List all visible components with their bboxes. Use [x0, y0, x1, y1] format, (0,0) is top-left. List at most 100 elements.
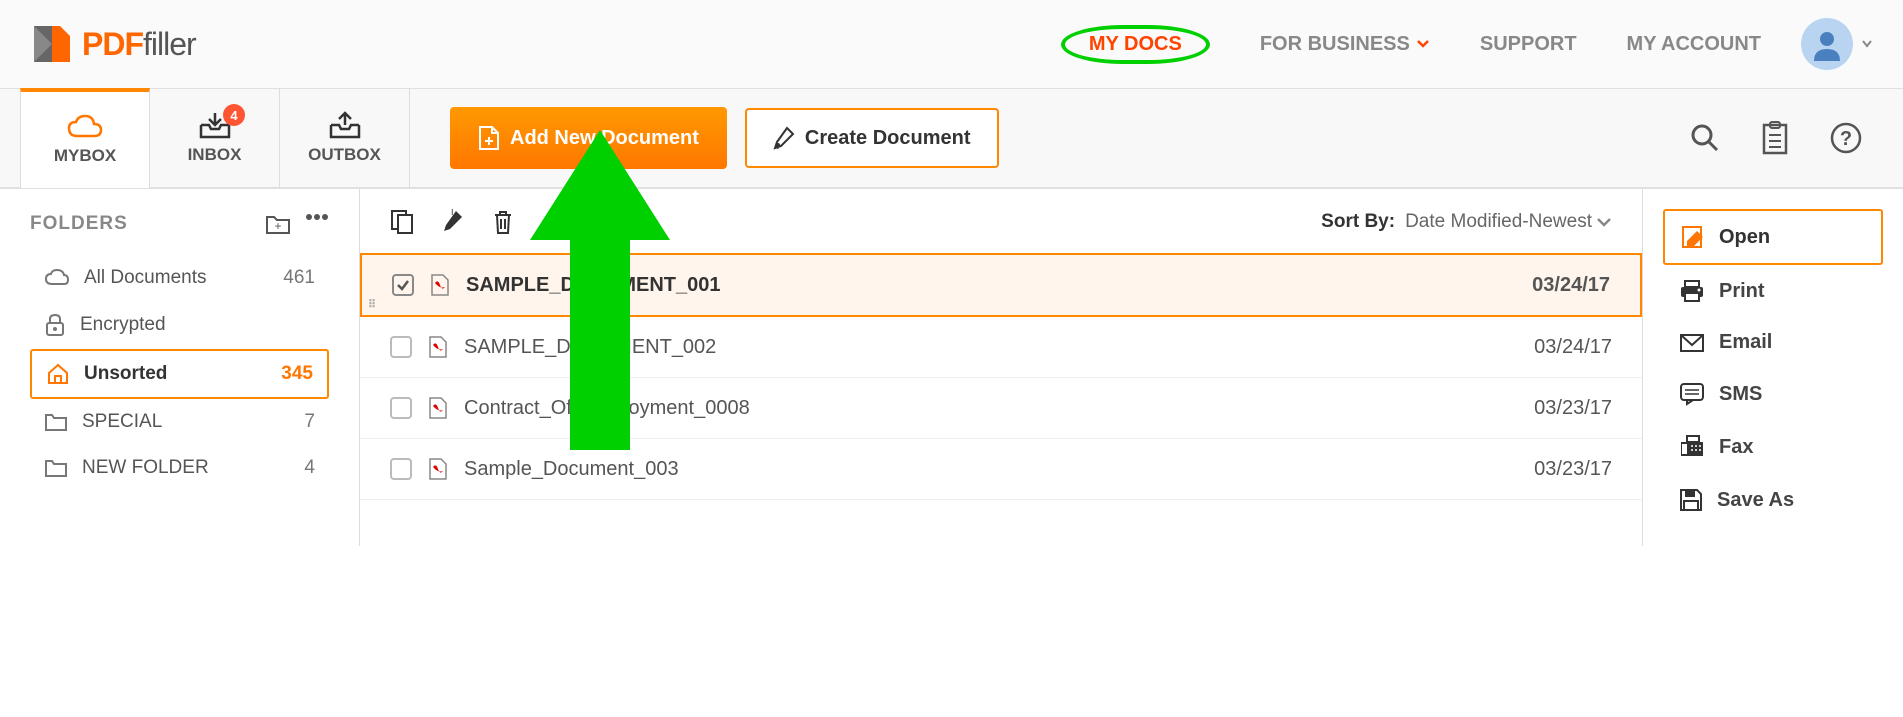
- avatar-menu[interactable]: [1801, 18, 1873, 70]
- nav-business[interactable]: FOR BUSINESS: [1260, 33, 1430, 56]
- folder-plus-icon: +: [265, 213, 291, 235]
- document-date: 03/24/17: [1532, 274, 1610, 297]
- folder-unsorted[interactable]: Unsorted 345: [30, 349, 329, 399]
- folder-name: Encrypted: [80, 314, 166, 336]
- document-row[interactable]: ⠿ SAMPLE_DOCUMENT_001 03/24/17: [360, 253, 1642, 317]
- folder-count: 4: [304, 457, 315, 479]
- tab-outbox[interactable]: OUTBOX: [280, 88, 410, 188]
- search-icon: [1689, 122, 1721, 154]
- document-name: SAMPLE_DOCUMENT_001: [466, 274, 721, 297]
- tab-label: OUTBOX: [308, 145, 381, 165]
- delete-button[interactable]: [492, 209, 514, 235]
- fax-icon: [1679, 434, 1705, 460]
- folder-count: 345: [281, 363, 313, 385]
- checkbox[interactable]: [392, 274, 414, 296]
- file-plus-icon: [478, 125, 500, 151]
- add-folder-button[interactable]: +: [265, 213, 291, 235]
- add-document-button[interactable]: Add New Document: [450, 107, 727, 169]
- logo-text-pdf: PDF: [82, 26, 143, 62]
- document-row[interactable]: SAMPLE_DOCUMENT_002 03/24/17: [360, 317, 1642, 378]
- document-name: Sample_Document_003: [464, 458, 679, 481]
- actions-panel: Open Print Email SMS Fax Save As: [1643, 189, 1903, 546]
- chevron-down-icon: [1416, 37, 1430, 51]
- save-icon: [1679, 488, 1703, 512]
- folder-more-button[interactable]: [305, 213, 329, 235]
- avatar-icon: [1801, 18, 1853, 70]
- home-icon: [46, 363, 70, 385]
- docs-toolbar: I Sort By: Date Modified-Newest: [360, 209, 1642, 253]
- cloud-icon: [67, 114, 103, 142]
- document-date: 03/23/17: [1534, 397, 1612, 420]
- folder-encrypted[interactable]: Encrypted: [30, 301, 329, 349]
- nav-mydocs[interactable]: MY DOCS: [1089, 33, 1182, 56]
- tab-label: INBOX: [188, 145, 242, 165]
- search-button[interactable]: [1689, 122, 1721, 154]
- tabbar-buttons: Add New Document + Create Document: [450, 107, 999, 169]
- document-row[interactable]: Contract_Of_Employment_0008 03/23/17: [360, 378, 1642, 439]
- folders-title: FOLDERS: [30, 213, 128, 235]
- nav-account[interactable]: MY ACCOUNT: [1627, 33, 1761, 56]
- nav-support[interactable]: SUPPORT: [1480, 33, 1577, 56]
- sms-icon: [1679, 382, 1705, 406]
- sort-label: Sort By:: [1321, 211, 1395, 233]
- folder-new-folder[interactable]: NEW FOLDER 4: [30, 445, 329, 491]
- pdf-file-icon: [428, 335, 448, 359]
- folder-special[interactable]: SPECIAL 7: [30, 399, 329, 445]
- pdf-file-icon: [428, 396, 448, 420]
- folders-header-icons: +: [265, 213, 329, 235]
- drag-handle-icon[interactable]: ⠿: [368, 298, 376, 311]
- svg-text:?: ?: [1840, 128, 1852, 150]
- highlight-annotation: MY DOCS: [1061, 25, 1210, 64]
- edit-icon: [1681, 225, 1705, 249]
- check-icon: [396, 278, 410, 292]
- copy-button[interactable]: [390, 209, 414, 235]
- main-tabbar: MYBOX 4 INBOX OUTBOX Add New Document + …: [0, 89, 1903, 189]
- sort-control: Sort By: Date Modified-Newest: [1321, 211, 1612, 233]
- action-open[interactable]: Open: [1663, 209, 1883, 265]
- create-document-button[interactable]: + Create Document: [745, 108, 999, 168]
- logo[interactable]: PDFfiller: [30, 22, 196, 66]
- sort-dropdown[interactable]: Date Modified-Newest: [1405, 211, 1612, 233]
- folder-icon: [44, 458, 68, 478]
- tab-inbox[interactable]: 4 INBOX: [150, 88, 280, 188]
- docs-toolbar-icons: I: [390, 209, 514, 235]
- checkbox[interactable]: [390, 336, 412, 358]
- svg-text:+: +: [274, 219, 281, 233]
- checkbox[interactable]: [390, 397, 412, 419]
- folder-name: All Documents: [84, 267, 207, 289]
- ellipsis-icon: [305, 213, 329, 221]
- folder-count: 461: [283, 267, 315, 289]
- folder-all-documents[interactable]: All Documents 461: [30, 255, 329, 301]
- document-date: 03/24/17: [1534, 336, 1612, 359]
- pdf-file-icon: [430, 273, 450, 297]
- logo-icon: [30, 22, 74, 66]
- document-date: 03/23/17: [1534, 458, 1612, 481]
- main-area: FOLDERS + All Documents 461 Encrypted Un…: [0, 189, 1903, 546]
- svg-text:I: I: [451, 209, 454, 217]
- chevron-down-icon: [1596, 216, 1612, 228]
- action-save-as[interactable]: Save As: [1663, 474, 1883, 526]
- pencil-icon: I: [442, 209, 464, 233]
- top-header: PDFfiller MY DOCS FOR BUSINESS SUPPORT M…: [0, 0, 1903, 89]
- document-row[interactable]: Sample_Document_003 03/23/17: [360, 439, 1642, 500]
- folder-name: SPECIAL: [82, 411, 162, 433]
- action-fax[interactable]: Fax: [1663, 420, 1883, 474]
- clipboard-button[interactable]: [1761, 121, 1789, 155]
- checkbox[interactable]: [390, 458, 412, 480]
- tab-mybox[interactable]: MYBOX: [20, 88, 150, 188]
- folder-name: Unsorted: [84, 363, 167, 385]
- action-email[interactable]: Email: [1663, 317, 1883, 368]
- trash-icon: [492, 209, 514, 235]
- printer-icon: [1679, 279, 1705, 303]
- action-print[interactable]: Print: [1663, 265, 1883, 317]
- documents-panel: I Sort By: Date Modified-Newest ⠿ SAMPLE…: [360, 189, 1643, 546]
- tabbar-right-icons: ?: [1689, 121, 1883, 155]
- pdf-file-icon: [428, 457, 448, 481]
- help-button[interactable]: ?: [1829, 121, 1863, 155]
- lock-icon: [44, 313, 66, 337]
- tab-label: MYBOX: [54, 146, 116, 166]
- rename-button[interactable]: I: [442, 209, 464, 235]
- action-sms[interactable]: SMS: [1663, 368, 1883, 420]
- folder-count: 7: [304, 411, 315, 433]
- document-name: SAMPLE_DOCUMENT_002: [464, 336, 716, 359]
